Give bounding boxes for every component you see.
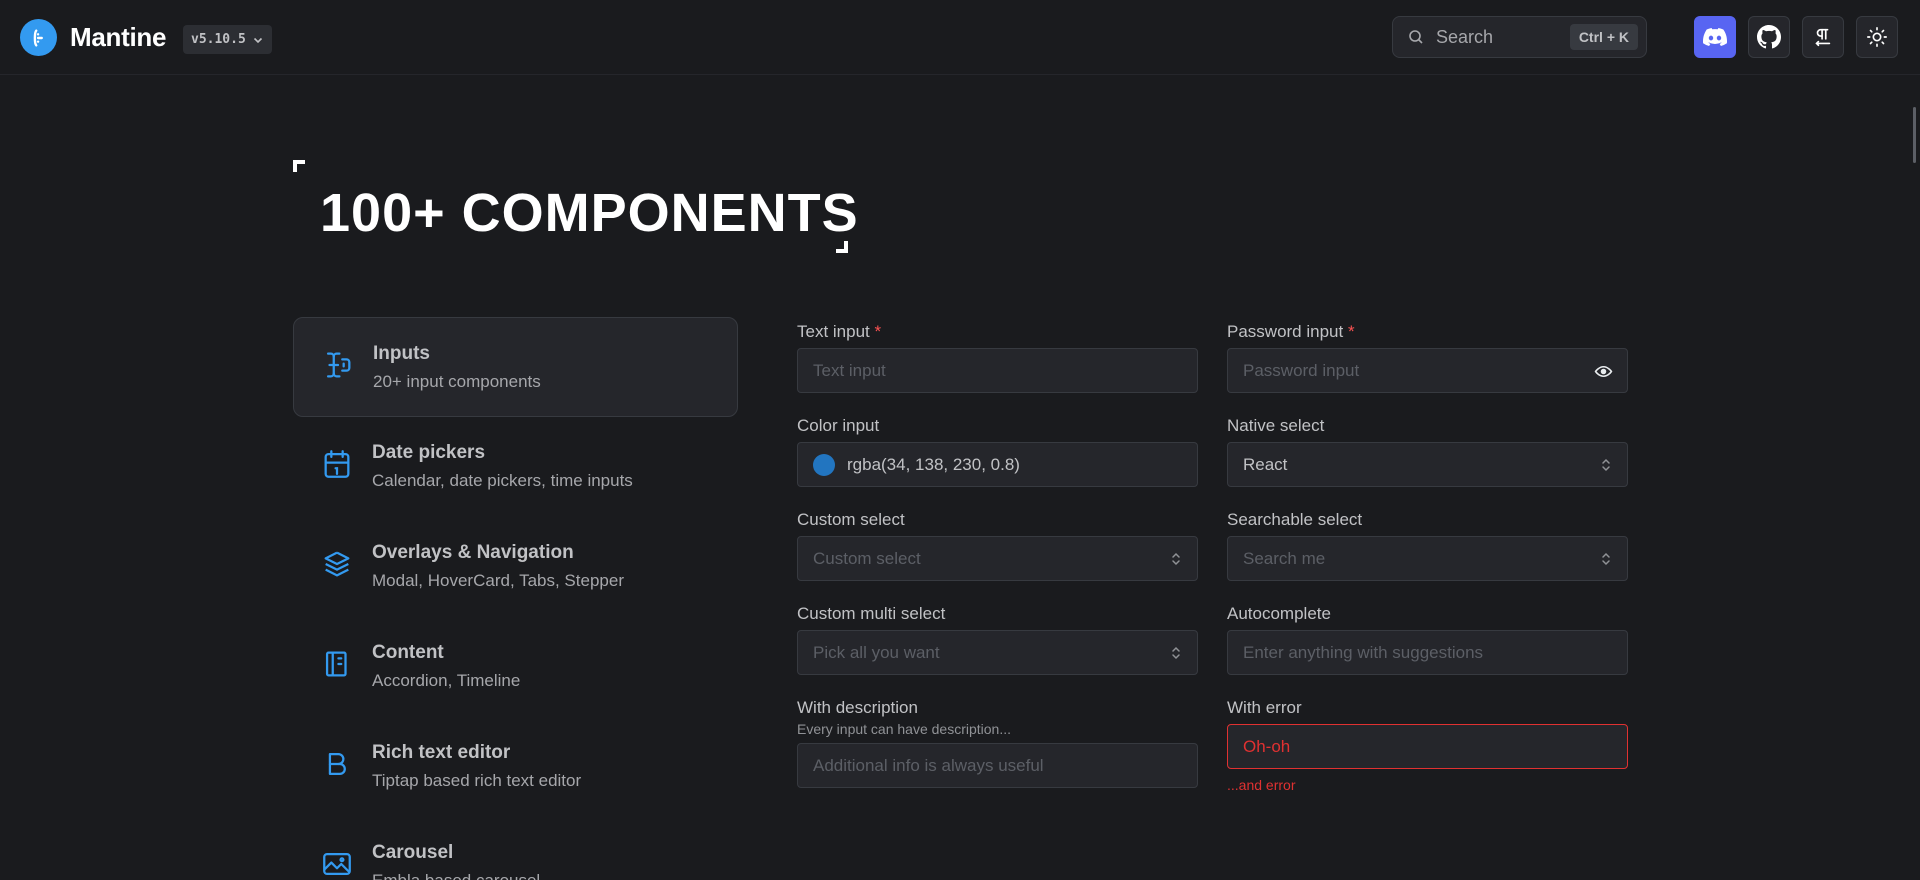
placeholder: Enter anything with suggestions	[1243, 642, 1484, 662]
corner-decoration	[293, 160, 305, 172]
required-asterisk: *	[874, 322, 882, 341]
native-select[interactable]: React	[1227, 442, 1628, 487]
calendar-icon	[324, 450, 350, 478]
autocomplete-input[interactable]: Enter anything with suggestions	[1227, 630, 1628, 675]
discord-icon	[1703, 28, 1727, 46]
pilcrow-icon	[1815, 28, 1831, 47]
searchable-select-field: Searchable select Search me	[1227, 510, 1628, 581]
github-icon	[1757, 25, 1781, 49]
version-label: v5.10.5	[191, 32, 246, 47]
field-label: Text input *	[797, 322, 882, 341]
field-label: Autocomplete	[1227, 604, 1331, 623]
hero: 100+ COMPONENTS	[293, 160, 858, 254]
github-button[interactable]	[1748, 16, 1790, 58]
description-input-field: With description Every input can have de…	[797, 698, 1198, 788]
error-input[interactable]: Oh-oh	[1227, 724, 1628, 769]
input-value: rgba(34, 138, 230, 0.8)	[847, 454, 1020, 474]
password-input-field: Password input * Password input	[1227, 322, 1628, 393]
field-label: With error	[1227, 698, 1302, 717]
description-input[interactable]: Additional info is always useful	[797, 743, 1198, 788]
password-input[interactable]: Password input	[1227, 348, 1628, 393]
error-message: ...and error	[1227, 777, 1296, 793]
selector-icon	[1172, 646, 1180, 660]
bold-icon	[328, 752, 346, 776]
category-inputs[interactable]: Inputs 20+ input components	[293, 317, 738, 417]
category-date-pickers[interactable]: Date pickers Calendar, date pickers, tim…	[293, 417, 738, 517]
color-input-field: Color input rgba(34, 138, 230, 0.8)	[797, 416, 1198, 487]
category-title: Inputs	[373, 343, 430, 364]
corner-decoration	[836, 241, 848, 253]
category-description: Embla based carousel	[372, 871, 540, 880]
placeholder: Password input	[1243, 360, 1360, 380]
search-button[interactable]: Search Ctrl + K	[1392, 16, 1647, 58]
text-input[interactable]: Text input	[797, 348, 1198, 393]
field-label: Custom select	[797, 510, 905, 529]
eye-icon[interactable]	[1594, 362, 1613, 381]
field-label: Password input *	[1227, 322, 1355, 341]
version-select[interactable]: v5.10.5	[183, 25, 272, 54]
discord-button[interactable]	[1694, 16, 1736, 58]
chevron-down-icon	[253, 37, 262, 43]
autocomplete-field: Autocomplete Enter anything with suggest…	[1227, 604, 1628, 675]
placeholder: Custom select	[813, 548, 921, 568]
search-label: Search	[1436, 26, 1494, 47]
field-label: Searchable select	[1227, 510, 1363, 529]
category-description: Tiptap based rich text editor	[372, 771, 582, 790]
category-title: Carousel	[372, 842, 454, 863]
required-asterisk: *	[1347, 322, 1355, 341]
field-description: Every input can have description...	[797, 721, 1012, 737]
custom-select-field: Custom select Custom select	[797, 510, 1198, 581]
notebook-icon	[325, 651, 347, 677]
input-cursor-icon	[326, 352, 351, 378]
field-label: Custom multi select	[797, 604, 946, 623]
layers-icon	[324, 551, 350, 577]
category-description: Modal, HoverCard, Tabs, Stepper	[372, 571, 624, 590]
multi-select[interactable]: Pick all you want	[797, 630, 1198, 675]
category-description: Accordion, Timeline	[372, 671, 521, 690]
page-title: 100+ COMPONENTS	[320, 183, 859, 243]
placeholder: Additional info is always useful	[813, 755, 1044, 775]
brand-name: Mantine	[70, 22, 167, 52]
category-title: Rich text editor	[372, 742, 511, 763]
color-input[interactable]: rgba(34, 138, 230, 0.8)	[797, 442, 1198, 487]
field-label: Native select	[1227, 416, 1325, 435]
logo[interactable]: Mantine	[20, 19, 166, 56]
searchable-select[interactable]: Search me	[1227, 536, 1628, 581]
text-direction-button[interactable]	[1802, 16, 1844, 58]
selector-icon	[1172, 552, 1180, 566]
theme-toggle-button[interactable]	[1856, 16, 1898, 58]
custom-select[interactable]: Custom select	[797, 536, 1198, 581]
error-input-field: With error Oh-oh ...and error	[1227, 698, 1628, 793]
selector-icon	[1602, 458, 1610, 472]
selector-icon	[1602, 552, 1610, 566]
multi-select-field: Custom multi select Pick all you want	[797, 604, 1198, 675]
field-label: With description	[797, 698, 918, 717]
placeholder: Search me	[1243, 548, 1326, 568]
category-title: Date pickers	[372, 442, 486, 463]
category-description: 20+ input components	[373, 372, 541, 391]
category-content[interactable]: Content Accordion, Timeline	[293, 617, 738, 717]
input-value: Oh-oh	[1243, 736, 1291, 756]
search-shortcut: Ctrl + K	[1569, 24, 1638, 50]
search-icon	[1409, 30, 1423, 44]
selected-value: React	[1243, 454, 1288, 474]
sun-icon	[1867, 27, 1887, 47]
category-rich-text-editor[interactable]: Rich text editor Tiptap based rich text …	[293, 717, 738, 817]
category-carousel[interactable]: Carousel Embla based carousel	[293, 817, 738, 880]
mantine-logo-icon	[20, 19, 57, 56]
category-title: Overlays & Navigation	[372, 542, 574, 563]
category-description: Calendar, date pickers, time inputs	[372, 471, 633, 490]
placeholder: Pick all you want	[813, 642, 940, 662]
page-scrollbar[interactable]	[1913, 107, 1916, 163]
color-swatch[interactable]	[813, 453, 835, 476]
header: Mantine v5.10.5 Search Ctrl + K	[0, 0, 1920, 75]
placeholder: Text input	[813, 360, 886, 380]
native-select-field: Native select React	[1227, 416, 1628, 487]
text-input-field: Text input * Text input	[797, 322, 1198, 393]
photo-icon	[323, 852, 351, 876]
field-label: Color input	[797, 416, 880, 435]
category-title: Content	[372, 642, 444, 663]
category-overlays-navigation[interactable]: Overlays & Navigation Modal, HoverCard, …	[293, 517, 738, 617]
